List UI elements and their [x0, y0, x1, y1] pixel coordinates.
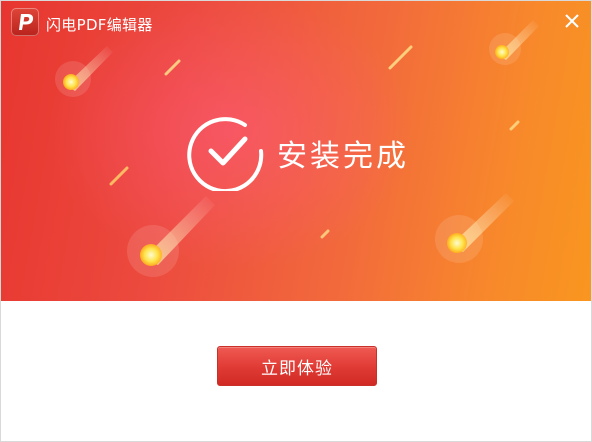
install-complete-status: 安装完成: [187, 111, 427, 191]
status-text: 安装完成: [277, 139, 409, 174]
p-logo-icon: [11, 8, 39, 36]
close-icon: [565, 14, 579, 28]
installer-window: 闪电PDF编辑器 安装完成 立即体验: [0, 0, 592, 442]
title-bar: 闪电PDF编辑器: [1, 1, 591, 45]
check-circle-icon: [187, 117, 264, 191]
try-now-button[interactable]: 立即体验: [217, 346, 377, 386]
close-button[interactable]: [561, 10, 583, 32]
app-title: 闪电PDF编辑器: [46, 16, 153, 34]
banner: 闪电PDF编辑器 安装完成: [1, 1, 591, 301]
